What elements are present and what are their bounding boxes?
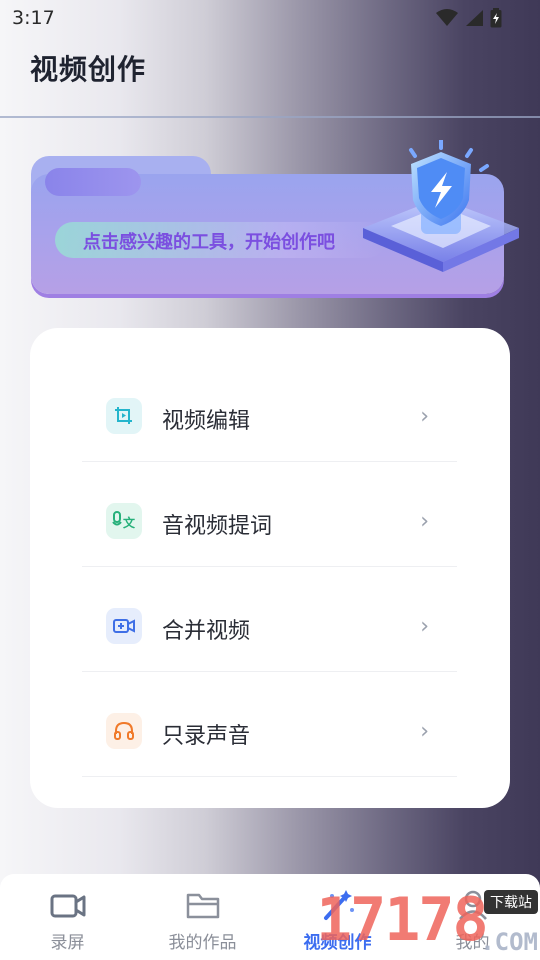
promo-banner[interactable]: 点击感兴趣的工具，开始创作吧 [31,140,519,296]
folder-icon [186,893,219,919]
status-bar: 3:17 [0,0,540,36]
signal-icon [466,10,483,26]
chevron-right-icon: › [420,614,429,639]
status-time: 3:17 [12,7,55,29]
banner-text: 点击感兴趣的工具，开始创作吧 [83,232,335,253]
camera-icon [50,894,85,918]
chevron-right-icon: › [420,509,429,534]
menu-item-video-edit[interactable]: 视频编辑 › [82,328,457,462]
watermark-number: 17178 [316,885,489,955]
menu-label: 视频编辑 [162,409,251,434]
audio-text-icon: 文 [106,503,142,539]
watermark-domain: .COM [480,928,538,956]
title-divider [0,116,540,118]
menu-label: 合并视频 [162,619,251,644]
shield-lightning-icon [363,140,519,272]
chevron-right-icon: › [420,719,429,744]
chevron-right-icon: › [420,404,429,429]
nav-tab-record[interactable]: 录屏 [0,874,135,960]
menu-item-audio-only[interactable]: 只录声音 › [82,643,457,777]
menu-item-merge-video[interactable]: 合并视频 › [82,538,457,672]
nav-label: 我的作品 [168,933,237,953]
status-icons [436,8,502,28]
watermark-badge: 下载站 [484,890,538,914]
tools-card: 视频编辑 › 文 音视频提词 › 合并视频 › 只录声音 › [30,328,510,808]
svg-text:文: 文 [123,515,136,530]
page-title: 视频创作 [30,53,147,86]
battery-icon [490,8,502,28]
wifi-icon [436,9,458,26]
menu-item-teleprompter[interactable]: 文 音视频提词 › [82,433,457,567]
menu-label: 只录声音 [162,724,251,749]
banner-pill [45,168,141,196]
merge-video-icon [106,608,142,644]
crop-video-icon [106,398,142,434]
menu-row-divider [82,643,457,777]
watermark-logo: 17178 下载站 .COM [316,886,540,960]
menu-label: 音视频提词 [162,514,273,539]
headphones-icon [106,713,142,749]
nav-label: 录屏 [50,933,85,953]
nav-tab-my-works[interactable]: 我的作品 [135,874,270,960]
